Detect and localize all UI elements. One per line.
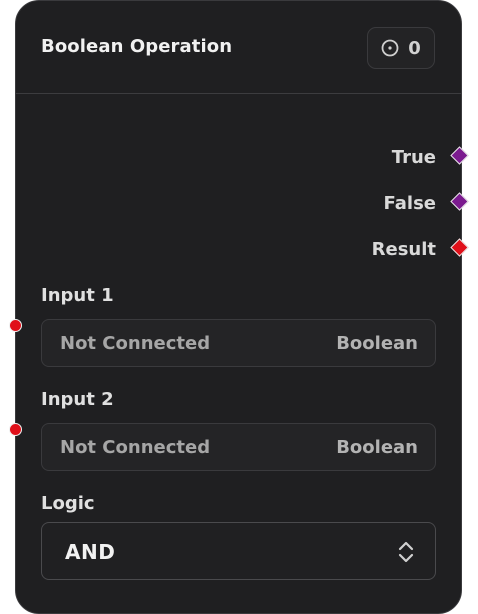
output-label-false: False	[383, 193, 436, 214]
input-port-2[interactable]	[9, 423, 22, 436]
chevron-up-down-icon	[398, 541, 414, 563]
input-1-label: Input 1	[41, 285, 114, 306]
input-2-type: Boolean	[336, 437, 418, 458]
input-2-value: Not Connected	[60, 437, 211, 458]
input-1-field[interactable]: Not Connected Boolean	[41, 319, 436, 367]
logic-selected-value: AND	[65, 540, 116, 564]
output-label-result: Result	[371, 239, 436, 260]
node-title: Boolean Operation	[41, 36, 233, 57]
output-label-true: True	[391, 147, 436, 168]
badge-count: 0	[408, 37, 421, 59]
input-1-value: Not Connected	[60, 333, 211, 354]
input-2-field[interactable]: Not Connected Boolean	[41, 423, 436, 471]
boolean-operation-node[interactable]: Boolean Operation 0 True False Result In…	[15, 0, 462, 614]
input-port-1[interactable]	[9, 319, 22, 332]
node-header: Boolean Operation 0	[16, 1, 461, 94]
logic-label: Logic	[41, 493, 95, 514]
execution-count-badge[interactable]: 0	[367, 27, 435, 69]
input-2-label: Input 2	[41, 389, 114, 410]
logic-select[interactable]: AND	[41, 522, 436, 580]
circle-dot-icon	[381, 39, 399, 57]
input-1-type: Boolean	[336, 333, 418, 354]
